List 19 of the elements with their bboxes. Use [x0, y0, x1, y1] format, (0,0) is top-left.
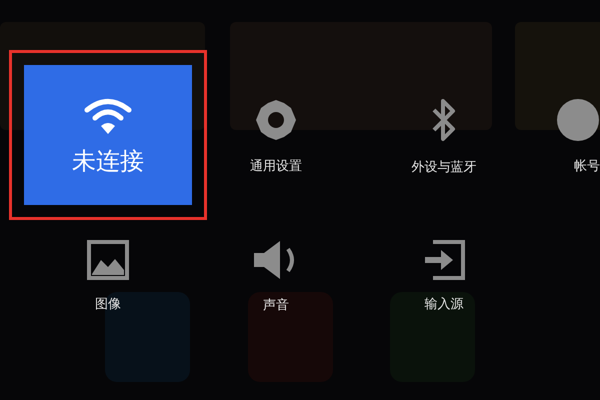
- settings-tile[interactable]: 未连接: [24, 65, 192, 205]
- settings-icon: [254, 98, 298, 142]
- settings-tile[interactable]: 图像: [24, 205, 192, 345]
- settings-label: 输入源: [424, 298, 464, 310]
- settings-tile[interactable]: 声音: [192, 205, 360, 345]
- settings-label: 通用设置: [250, 160, 302, 172]
- settings-label: 未连接: [72, 149, 144, 173]
- settings-tile[interactable]: 外设与蓝牙: [360, 65, 528, 205]
- settings-label: 图像: [95, 298, 121, 310]
- bluetooth-icon: [431, 96, 457, 142]
- image-icon: [87, 240, 129, 280]
- settings-tile[interactable]: 输入源: [360, 205, 528, 345]
- settings-label: 声音: [263, 298, 289, 312]
- wifi-icon: [83, 97, 133, 135]
- settings-tile[interactable]: 通用设置: [192, 65, 360, 205]
- settings-label: 帐号: [574, 160, 600, 172]
- settings-tile[interactable]: 帐号: [528, 65, 600, 205]
- settings-label: 外设与蓝牙: [412, 160, 476, 174]
- input-source-icon: [423, 240, 465, 280]
